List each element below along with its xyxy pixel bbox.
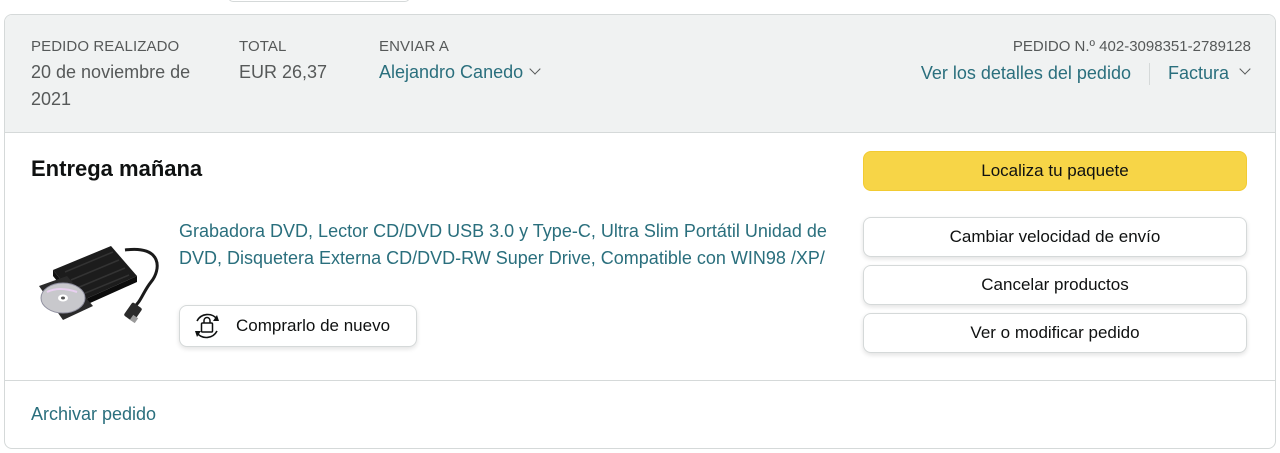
invoice-link[interactable]: Factura bbox=[1168, 60, 1229, 87]
chevron-down-icon[interactable] bbox=[529, 63, 541, 75]
ship-to-name[interactable]: Alejandro Canedo bbox=[379, 62, 523, 82]
invoice-chevron-down-icon[interactable] bbox=[1239, 62, 1251, 75]
order-placed-date: 20 de noviembre de 2021 bbox=[31, 59, 221, 113]
order-header-links: Ver los detalles del pedido Factura bbox=[921, 60, 1251, 87]
order-total-column: TOTAL EUR 26,37 bbox=[239, 37, 327, 86]
order-card: PEDIDO REALIZADO 20 de noviembre de 2021… bbox=[4, 14, 1276, 449]
buy-again-label: Comprarlo de nuevo bbox=[236, 316, 391, 335]
order-placed-column: PEDIDO REALIZADO 20 de noviembre de 2021 bbox=[31, 37, 221, 113]
external-dvd-drive-illustration bbox=[39, 246, 159, 324]
change-delivery-speed-button[interactable]: Cambiar velocidad de envío bbox=[863, 217, 1247, 257]
buy-again-button[interactable]: Comprarlo de nuevo bbox=[179, 305, 417, 347]
cancel-items-button[interactable]: Cancelar productos bbox=[863, 265, 1247, 305]
order-total-value: EUR 26,37 bbox=[239, 62, 328, 82]
delivery-status-title: Entrega mañana bbox=[31, 156, 203, 181]
ship-to-recipient[interactable]: Alejandro Canedo bbox=[379, 59, 541, 86]
buy-again-icon bbox=[195, 313, 219, 339]
order-placed-date-line2: 2021 bbox=[31, 89, 72, 109]
order-total-label: TOTAL bbox=[239, 38, 287, 55]
archive-order-link[interactable]: Archivar pedido bbox=[31, 404, 156, 425]
previous-card-edge bbox=[228, 0, 410, 2]
view-edit-order-button[interactable]: Ver o modificar pedido bbox=[863, 313, 1247, 353]
order-details-link[interactable]: Ver los detalles del pedido bbox=[921, 60, 1131, 87]
product-title-link[interactable]: Grabadora DVD, Lector CD/DVD USB 3.0 y T… bbox=[179, 218, 839, 272]
order-header: PEDIDO REALIZADO 20 de noviembre de 2021… bbox=[5, 15, 1275, 133]
ship-to-column: ENVIAR A Alejandro Canedo bbox=[379, 37, 541, 86]
track-package-button[interactable]: Localiza tu paquete bbox=[863, 151, 1247, 191]
link-divider bbox=[1148, 62, 1150, 85]
ship-to-label: ENVIAR A bbox=[379, 38, 449, 55]
order-placed-date-line1: 20 de noviembre de bbox=[31, 62, 191, 82]
order-placed-label: PEDIDO REALIZADO bbox=[31, 38, 180, 55]
order-card-footer: Archivar pedido bbox=[5, 380, 1275, 448]
order-number: PEDIDO N.º 402-3098351-2789128 bbox=[1012, 38, 1251, 55]
product-image[interactable] bbox=[33, 230, 163, 340]
